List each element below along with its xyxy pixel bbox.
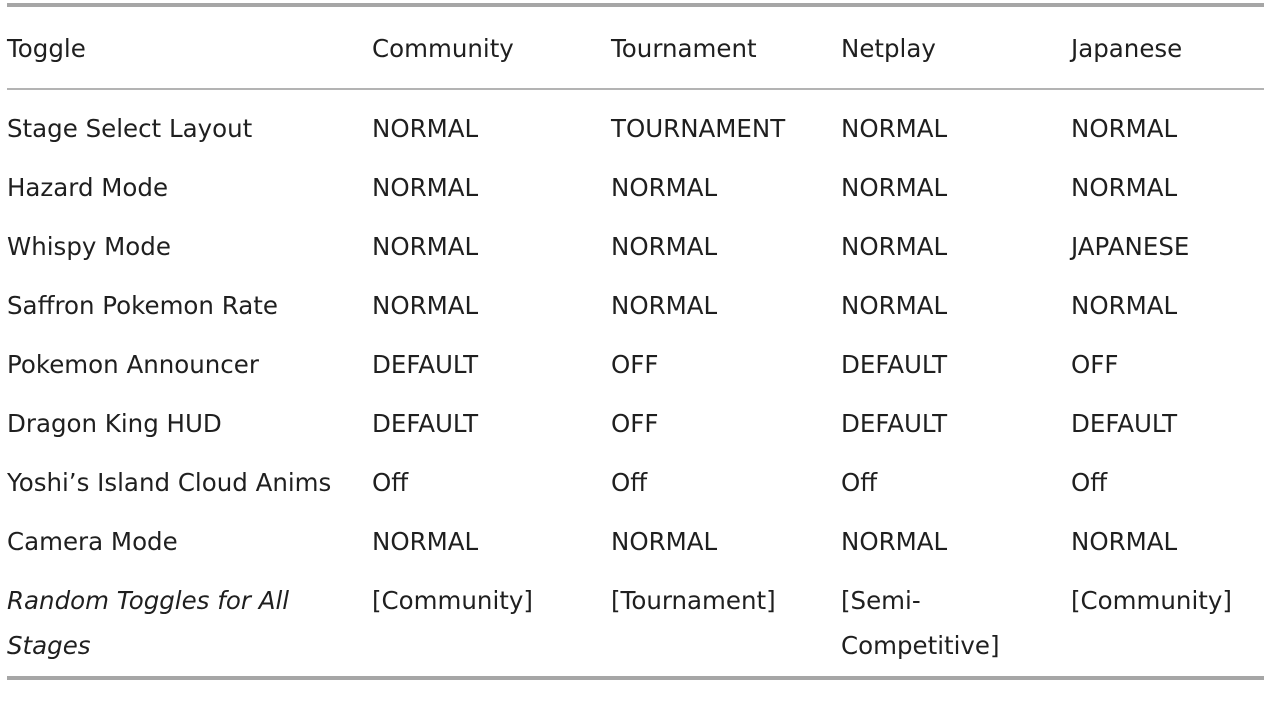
japanese-value-cell: Off	[1071, 468, 1108, 497]
tournament-value-cell: NORMAL	[611, 232, 718, 261]
tournament-value-cell: OFF	[611, 409, 659, 438]
tournament-value-cell: NORMAL	[611, 291, 718, 320]
toggle-name-cell: Whispy Mode	[7, 232, 171, 261]
japanese-value-cell: [Community]	[1071, 586, 1232, 615]
japanese-value-cell: NORMAL	[1071, 173, 1178, 202]
netplay-value-cell: NORMAL	[841, 173, 948, 202]
tournament-value-cell: TOURNAMENT	[611, 114, 786, 143]
netplay-value-cell: Off	[841, 468, 878, 497]
tournament-value-cell: [Tournament]	[611, 586, 776, 615]
table-row: Saffron Pokemon Rate NORMAL NORMAL NORMAL NO…	[7, 277, 1264, 336]
header-toggle: Toggle	[7, 34, 86, 63]
community-value-cell: NORMAL	[372, 291, 479, 320]
table-row: Pokemon Announcer DEFAULT OFF DEFAULT OFF	[7, 336, 1264, 395]
japanese-value-cell: JAPANESE	[1071, 232, 1190, 261]
community-value-cell: NORMAL	[372, 114, 479, 143]
japanese-value-cell: NORMAL	[1071, 114, 1178, 143]
netplay-value-cell: DEFAULT	[841, 409, 948, 438]
toggle-name-cell: Camera Mode	[7, 527, 178, 556]
community-value-cell: DEFAULT	[372, 350, 479, 379]
table-body: Stage Select Layout NORMAL TOURNAMENT NORMA…	[7, 90, 1264, 676]
community-value-cell: NORMAL	[372, 527, 479, 556]
toggle-name-cell: Pokemon Announcer	[7, 350, 259, 379]
header-tournament: Tournament	[611, 34, 757, 63]
toggle-name-cell: Saffron Pokemon Rate	[7, 291, 278, 320]
toggle-name-cell: Random Toggles for All Stages	[7, 586, 290, 660]
netplay-value-cell: [Semi-Competitive]	[841, 586, 1000, 660]
netplay-value-cell: NORMAL	[841, 232, 948, 261]
table-row: Stage Select Layout NORMAL TOURNAMENT NORMA…	[7, 90, 1264, 159]
community-value-cell: NORMAL	[372, 232, 479, 261]
toggle-name-cell: Hazard Mode	[7, 173, 169, 202]
tournament-value-cell: NORMAL	[611, 173, 718, 202]
japanese-value-cell: DEFAULT	[1071, 409, 1178, 438]
tournament-value-cell: Off	[611, 468, 648, 497]
netplay-value-cell: NORMAL	[841, 291, 948, 320]
netplay-value-cell: NORMAL	[841, 114, 948, 143]
header-netplay: Netplay	[841, 34, 936, 63]
toggle-name-cell: Dragon King HUD	[7, 409, 222, 438]
header-row: Toggle Community Tournament Netplay Japa…	[7, 7, 1264, 88]
tournament-value-cell: NORMAL	[611, 527, 718, 556]
community-value-cell: [Community]	[372, 586, 533, 615]
tournament-value-cell: OFF	[611, 350, 659, 379]
japanese-value-cell: OFF	[1071, 350, 1119, 379]
toggle-settings-table: Toggle Community Tournament Netplay Japa…	[7, 7, 1264, 676]
netplay-value-cell: DEFAULT	[841, 350, 948, 379]
header-community: Community	[372, 34, 514, 63]
japanese-value-cell: NORMAL	[1071, 291, 1178, 320]
table-bottom-rule	[7, 676, 1264, 680]
netplay-value-cell: NORMAL	[841, 527, 948, 556]
table-header: Toggle Community Tournament Netplay Japa…	[7, 7, 1264, 90]
table-row: Camera Mode NORMAL NORMAL NORMAL NORMAL	[7, 513, 1264, 572]
community-value-cell: Off	[372, 468, 409, 497]
settings-table-container: Toggle Community Tournament Netplay Japa…	[7, 3, 1264, 680]
community-value-cell: DEFAULT	[372, 409, 479, 438]
table-row: Random Toggles for All Stages [Community]…	[7, 572, 1264, 676]
toggle-name-cell: Stage Select Layout	[7, 114, 253, 143]
toggle-name-cell: Yoshi’s Island Cloud Anims	[7, 468, 332, 497]
header-japanese: Japanese	[1071, 34, 1183, 63]
japanese-value-cell: NORMAL	[1071, 527, 1178, 556]
table-row: Whispy Mode NORMAL NORMAL NORMAL JAPANESE	[7, 218, 1264, 277]
table-row: Dragon King HUD DEFAULT OFF DEFAULT DEFAULT	[7, 395, 1264, 454]
community-value-cell: NORMAL	[372, 173, 479, 202]
table-row: Hazard Mode NORMAL NORMAL NORMAL NORMAL	[7, 159, 1264, 218]
table-row: Yoshi’s Island Cloud Anims Off Off Off Off	[7, 454, 1264, 513]
